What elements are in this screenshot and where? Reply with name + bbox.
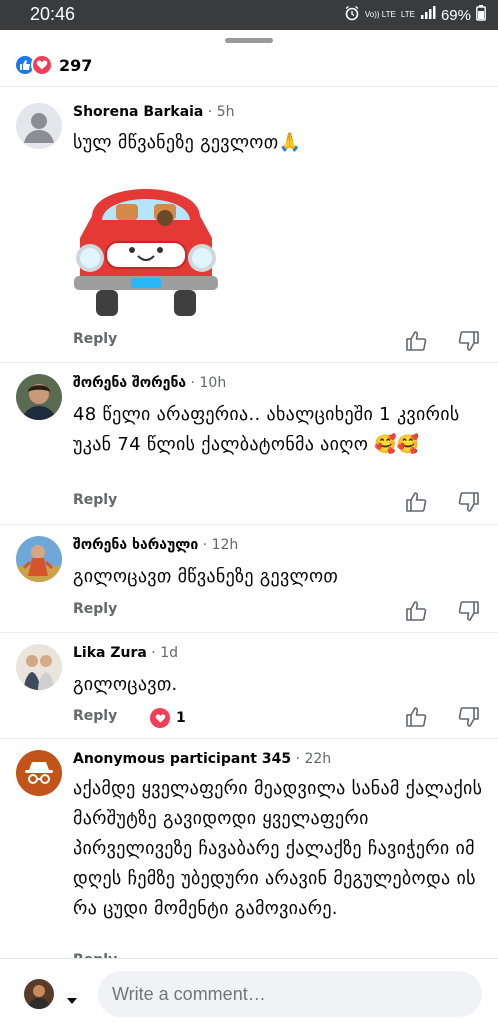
comment-time: 5h	[216, 104, 235, 120]
reply-button[interactable]: Reply	[73, 331, 117, 347]
sheet-drag-handle[interactable]	[225, 38, 273, 43]
network-lte-1: Vo)) LTE	[364, 10, 396, 19]
reply-button[interactable]: Reply	[73, 492, 117, 508]
downvote-icon[interactable]	[458, 706, 480, 728]
commenter-name[interactable]: Shorena Barkaia	[73, 104, 203, 120]
comment-reaction[interactable]: 1	[150, 708, 186, 728]
love-icon	[31, 54, 53, 76]
comment-text: სულ მწვანეზე გევლოთ🙏	[73, 132, 302, 153]
comment-time: 1d	[160, 645, 178, 661]
commenter-name[interactable]: Lika Zura	[73, 645, 147, 661]
battery-percent: 69%	[440, 6, 471, 24]
comment-time: 10h	[199, 375, 227, 391]
reaction-count: 1	[176, 710, 186, 726]
red-car-sticker	[70, 168, 222, 320]
comment-text: გილოცავთ მწვანეზე გევლოთ	[73, 566, 339, 587]
reply-button[interactable]: Reply	[73, 708, 117, 724]
upvote-icon[interactable]	[405, 491, 427, 513]
comment-text: გილოცავთ.	[73, 674, 178, 695]
comment-time: 12h	[211, 537, 239, 553]
downvote-icon[interactable]	[458, 330, 480, 352]
comment-text: 48 წელი არაფერია.. ახალციხეში 1 კვირის უ…	[73, 404, 460, 455]
commenter-avatar[interactable]	[16, 374, 62, 420]
divider	[0, 362, 498, 363]
divider	[0, 738, 498, 739]
status-bar: 20:46 Vo)) LTE LTE 69%	[0, 0, 498, 30]
divider	[0, 632, 498, 633]
commenter-name[interactable]: შორენა ხარაული	[73, 537, 198, 553]
upvote-icon[interactable]	[405, 600, 427, 622]
avatar-default[interactable]	[16, 103, 62, 149]
clock: 20:46	[30, 4, 76, 24]
upvote-icon[interactable]	[405, 706, 427, 728]
alarm-icon	[344, 5, 360, 25]
divider	[0, 524, 498, 525]
battery-icon	[476, 5, 486, 25]
upvote-icon[interactable]	[405, 330, 427, 352]
commenter-avatar[interactable]	[16, 644, 62, 690]
love-icon	[150, 708, 170, 728]
network-lte-2: LTE	[400, 10, 415, 19]
commenter-avatar[interactable]	[16, 536, 62, 582]
comment-text: აქამდე ყველაფერი მეადვილა სანამ ქალაქის …	[73, 778, 483, 919]
current-user-avatar[interactable]	[24, 979, 54, 1009]
downvote-icon[interactable]	[458, 491, 480, 513]
comment-input[interactable]	[98, 971, 482, 1017]
comment-composer	[0, 958, 498, 1024]
divider	[0, 86, 498, 87]
reply-button[interactable]: Reply	[73, 601, 117, 617]
chevron-down-icon[interactable]	[66, 990, 78, 1009]
reaction-count: 297	[59, 55, 93, 75]
comment-time: 22h	[304, 751, 332, 767]
downvote-icon[interactable]	[458, 600, 480, 622]
reactions-summary[interactable]: 297	[14, 54, 92, 76]
signal-icon	[420, 6, 436, 24]
commenter-name[interactable]: Anonymous participant 345	[73, 751, 291, 767]
commenter-name[interactable]: შორენა შორენა	[73, 375, 186, 391]
anonymous-avatar[interactable]	[16, 750, 62, 796]
